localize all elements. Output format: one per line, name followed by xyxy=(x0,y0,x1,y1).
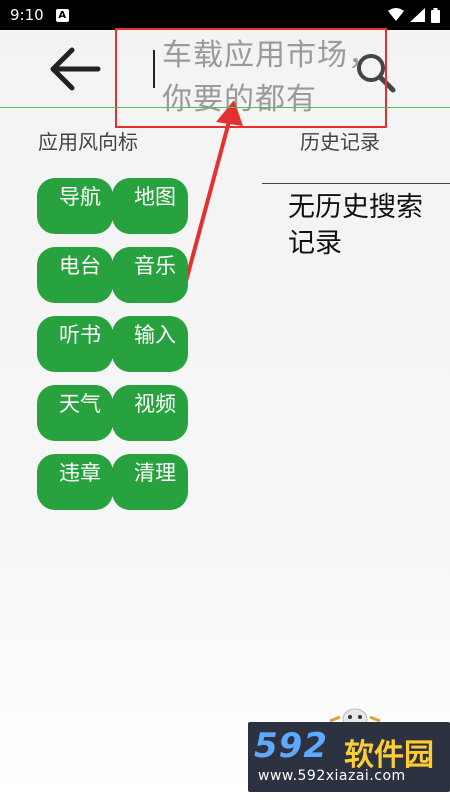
watermark-logo: 592 软件园 www.592xiazai.com xyxy=(248,722,450,792)
watermark-brand-number: 592 xyxy=(254,726,328,766)
signal-icon xyxy=(410,8,425,22)
tag-navigation[interactable]: 导航 xyxy=(37,178,113,234)
tag-map[interactable]: 地图 xyxy=(112,178,188,234)
tag-video[interactable]: 视频 xyxy=(112,385,188,441)
history-empty-text: 无历史搜索记录 xyxy=(288,192,423,259)
back-arrow-icon[interactable] xyxy=(48,44,102,94)
tag-radio[interactable]: 电台 xyxy=(37,247,113,303)
tag-input[interactable]: 输入 xyxy=(112,316,188,372)
status-time: 9:10 xyxy=(10,6,44,24)
tag-violation[interactable]: 违章 xyxy=(37,454,113,510)
wifi-icon xyxy=(388,8,404,21)
header-divider xyxy=(0,107,450,108)
tag-music[interactable]: 音乐 xyxy=(112,247,188,303)
battery-icon xyxy=(431,7,440,23)
tag-audiobook[interactable]: 听书 xyxy=(37,316,113,372)
watermark-url: www.592xiazai.com xyxy=(258,768,406,784)
status-bar: 9:10 A xyxy=(0,0,450,30)
status-icons xyxy=(388,7,440,23)
hot-section-title: 应用风向标 xyxy=(38,130,138,154)
search-highlight-box xyxy=(115,28,387,128)
notification-badge: A xyxy=(55,8,69,22)
tag-weather[interactable]: 天气 xyxy=(37,385,113,441)
tag-cleanup[interactable]: 清理 xyxy=(112,454,188,510)
history-divider xyxy=(262,183,450,184)
history-section-title: 历史记录 xyxy=(300,130,380,154)
